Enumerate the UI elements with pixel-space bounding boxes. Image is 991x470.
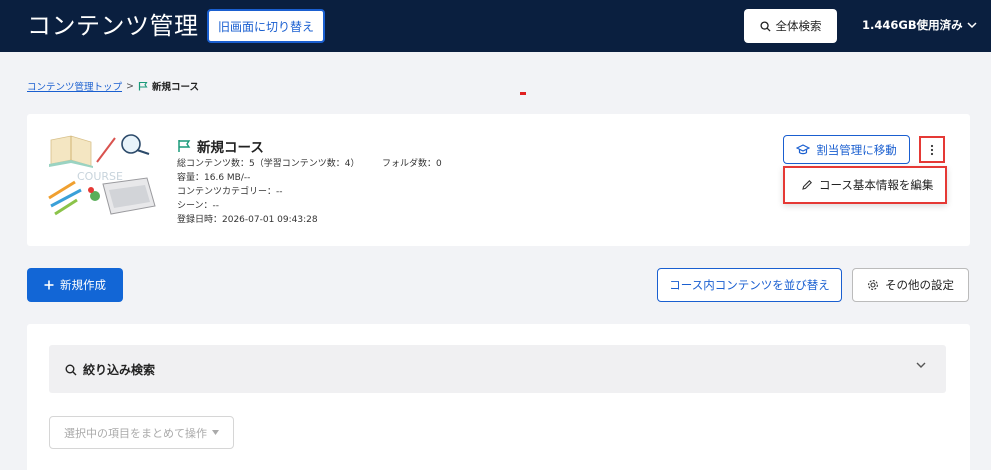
other-settings-button[interactable]: その他の設定 (852, 268, 969, 302)
bulk-action-label: 選択中の項目をまとめて操作 (64, 426, 207, 440)
filter-search-header: 絞り込み検索 (65, 361, 155, 378)
registered-date-text: 登録日時：2026-07-01 09:43:28 (177, 215, 318, 225)
bulk-action-select[interactable]: 選択中の項目をまとめて操作 (49, 416, 234, 449)
capacity-text: 容量：16.6 MB/-- (177, 173, 251, 183)
search-icon (759, 20, 771, 32)
folder-count-text: フォルダ数：0 (382, 159, 442, 169)
pencil-icon (802, 180, 812, 190)
storage-usage-label: 1.446GB使用済み (862, 18, 963, 32)
flag-icon (178, 140, 191, 152)
storage-usage-menu[interactable]: 1.446GB使用済み (862, 17, 977, 33)
content-list-panel: 絞り込み検索 選択中の項目をまとめて操作 (27, 324, 970, 470)
category-text: コンテンツカテゴリー：-- (177, 187, 283, 197)
go-to-assignment-button[interactable]: 割当管理に移動 (783, 135, 910, 164)
filter-search-accordion[interactable]: 絞り込み検索 (49, 345, 946, 393)
breadcrumb-separator: > (126, 80, 134, 92)
graduation-cap-icon (796, 143, 811, 154)
reorder-contents-button[interactable]: コース内コンテンツを並び替え (657, 268, 842, 302)
scene-text: シーン：-- (177, 201, 220, 211)
gear-icon (868, 280, 878, 290)
other-settings-label: その他の設定 (885, 278, 954, 292)
breadcrumb-current: 新規コース (151, 82, 200, 93)
more-options-button[interactable] (919, 136, 945, 163)
kebab-menu-icon (930, 144, 934, 155)
search-icon (65, 364, 77, 375)
create-new-label: 新規作成 (60, 278, 106, 292)
breadcrumb: コンテンツ管理トップ > 新規コース (27, 79, 200, 94)
thumbnail-course-text: COURSE (77, 170, 123, 183)
create-new-button[interactable]: 新規作成 (27, 268, 123, 302)
top-header: コンテンツ管理 旧画面に切り替え 全体検索 1.446GB使用済み (0, 0, 991, 52)
chevron-down-icon (967, 22, 977, 29)
total-contents-text: 総コンテンツ数：5（学習コンテンツ数：4） (177, 159, 360, 169)
breadcrumb-content-top-link[interactable]: コンテンツ管理トップ (27, 79, 122, 93)
go-to-assignment-label: 割当管理に移動 (816, 142, 897, 157)
edit-course-label: コース基本情報を編集 (819, 178, 934, 192)
course-thumbnail: COURSE (47, 132, 157, 216)
app-title: コンテンツ管理 (27, 12, 199, 40)
course-name-text: 新規コース (197, 140, 264, 156)
switch-old-ui-button[interactable]: 旧画面に切り替え (207, 9, 325, 43)
global-search-label: 全体検索 (775, 19, 822, 33)
filter-search-label: 絞り込み検索 (83, 363, 156, 377)
plus-icon (44, 280, 54, 290)
chevron-down-icon (916, 362, 926, 368)
course-info-card: COURSE 新規コース 総コンテンツ数：5（学習コンテンツ数：4） フォルダ数… (27, 114, 970, 246)
edit-course-menu-item[interactable]: コース基本情報を編集 (783, 166, 947, 204)
course-title: 新規コース (177, 136, 264, 156)
flag-icon (138, 81, 148, 91)
global-search-button[interactable]: 全体検索 (744, 9, 837, 43)
caret-down-icon (212, 430, 219, 435)
red-marker (520, 92, 526, 95)
